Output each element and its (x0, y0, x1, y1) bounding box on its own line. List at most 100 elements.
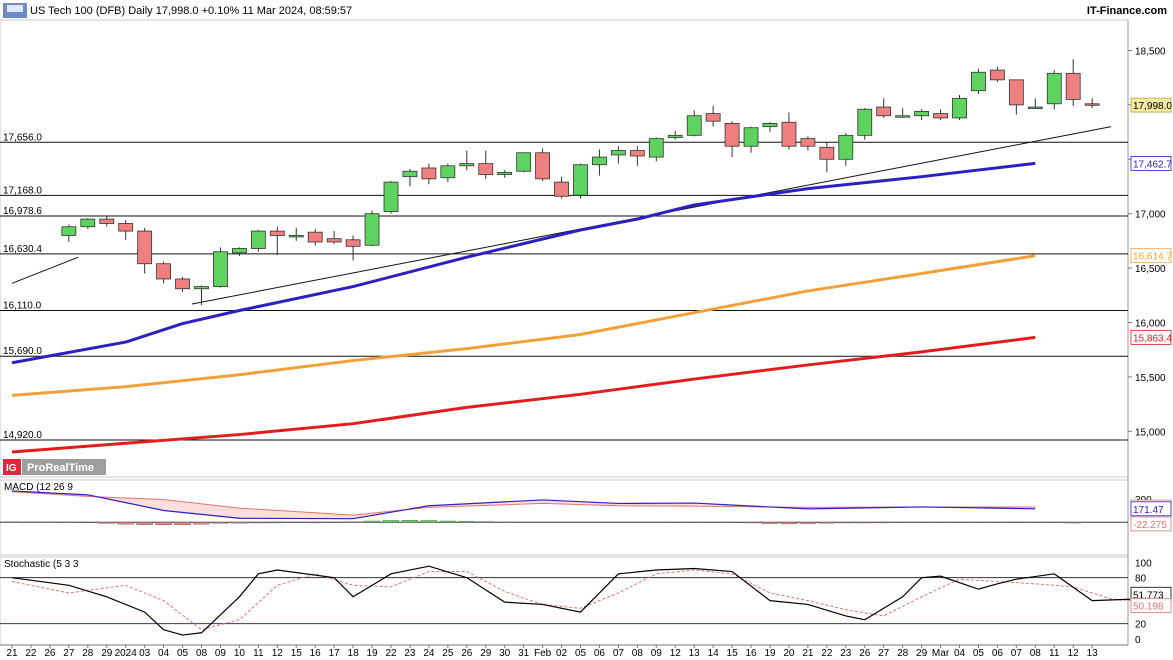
time-axis-label: 03 (139, 648, 151, 659)
watermark-box (22, 459, 106, 475)
candle-body (971, 71, 986, 92)
time-axis-label: 26 (461, 648, 473, 659)
time-axis-label: 26 (859, 648, 871, 659)
stochastic-axis-label: 0 (1135, 635, 1141, 646)
time-axis-label: 07 (613, 648, 625, 659)
legend-item-sma100[interactable]: SMA (100) (45, 22, 112, 38)
time-axis-label: 19 (366, 648, 378, 659)
time-axis-label: 11 (1049, 648, 1060, 659)
candle-body (857, 108, 873, 136)
price-axis-label: 18,500 (1135, 46, 1166, 57)
candle-body (781, 121, 797, 147)
time-axis-label: 12 (1068, 648, 1080, 659)
price-axis-label: 15,500 (1135, 373, 1166, 384)
time-axis-label: 15 (291, 648, 303, 659)
candle-body (516, 152, 532, 172)
macd-histogram-bar (155, 521, 172, 526)
price-panel (0, 19, 1129, 478)
macd-histogram-bar (193, 521, 210, 525)
time-axis-label: 2024 (115, 648, 138, 659)
brand-label: IT-Finance.com (1086, 5, 1167, 17)
macd-histogram-bar (932, 521, 949, 523)
macd-histogram-bar (515, 521, 532, 523)
stochastic-axis-label: 100 (1135, 558, 1152, 569)
time-axis-label: 12 (272, 648, 284, 659)
stochastic-value-tag-box (1130, 598, 1172, 613)
legend-item-sma50[interactable]: SMA (50) (180, 22, 240, 38)
macd-histogram-bar (22, 521, 40, 523)
macd-title: MACD (12 26 9 (4, 482, 73, 493)
time-axis-label: 08 (196, 648, 208, 659)
legend-item-sma200[interactable]: SMA (200) (113, 22, 179, 38)
candle-body (838, 134, 854, 160)
stochastic-value-tag: 50.198 (1133, 601, 1164, 612)
macd-histogram-bar (1064, 521, 1082, 524)
stochastic-value-tag: 51.773 (1133, 590, 1164, 601)
time-axis-label: 04 (954, 648, 966, 659)
sma50-swatch-icon (184, 26, 191, 34)
candle-body (231, 248, 247, 254)
price-chart[interactable]: IG ProRealTime 17,656.0 17,168.0 16,978.6 16… (0, 0, 1173, 660)
price-tag: 16,614.7 (1133, 252, 1172, 263)
time-axis-label: 29 (101, 648, 113, 659)
time-axis-label: 12 (670, 648, 682, 659)
macd-histogram-bar (174, 521, 191, 525)
time-axis-label: 28 (897, 648, 909, 659)
stochastic-axis-label: 80 (1135, 574, 1147, 585)
level-label: 16,110.0 (3, 301, 42, 312)
macd-histogram-bar (780, 521, 798, 525)
candle-body (1065, 72, 1081, 100)
macd-value-tag-box (1130, 501, 1172, 517)
time-axis-label: 14 (708, 648, 720, 659)
legend-item-price[interactable]: Price (3, 22, 44, 38)
level-label: 16,630.4 (3, 244, 42, 255)
macd-histogram-bar (818, 521, 836, 524)
stochastic-axis-label: 20 (1135, 620, 1147, 631)
time-axis-label: 06 (594, 648, 606, 659)
candle-body (99, 218, 115, 224)
macd-histogram-bar (477, 521, 494, 523)
candle-body (629, 150, 645, 157)
price-tag-box (1130, 156, 1172, 171)
sma200-line (11, 335, 1036, 454)
macd-histogram-bar (723, 521, 741, 523)
price-axis-label: 18,000 (1135, 101, 1166, 112)
macd-histogram-bar (553, 521, 570, 523)
macd-histogram-bar (288, 521, 305, 524)
candle-body (156, 263, 172, 280)
price-tag: 17,998.0 (1133, 101, 1172, 112)
time-axis-label: 09 (215, 648, 227, 659)
time-axis-label: 24 (423, 648, 435, 659)
macd-histogram-bar (344, 521, 362, 523)
stochastic-k-line (11, 565, 1131, 636)
time-axis-label: 04 (158, 648, 170, 659)
time-axis-label: 30 (499, 648, 511, 659)
macd-line (11, 490, 1036, 520)
candle-body (667, 134, 683, 138)
macd-histogram-bar (629, 521, 646, 523)
candle-body (269, 230, 285, 236)
legend-label: SMA (50) (193, 24, 235, 36)
time-axis-label: 06 (992, 648, 1004, 659)
macd-histogram-bar (1008, 521, 1025, 523)
time-axis-label: 05 (575, 648, 587, 659)
candle-body (573, 164, 588, 196)
time-axis-label: 13 (689, 648, 701, 659)
price-axis-label: 17,500 (1135, 155, 1166, 166)
sma50-line (11, 161, 1036, 365)
macd-histogram-bar (250, 521, 267, 524)
macd-histogram-bar (363, 520, 381, 523)
chart-header: US Tech 100 (DFB) Daily 17,998.0 +0.10% … (0, 0, 1173, 20)
candle-body (194, 286, 209, 290)
time-axis-label: 10 (234, 648, 246, 659)
chart-title: US Tech 100 (DFB) Daily 17,998.0 +0.10% … (30, 5, 353, 17)
macd-histogram-bar (648, 521, 665, 523)
candle-body (1046, 72, 1062, 105)
time-axis-label: 22 (25, 648, 37, 659)
price-tag: 15,863.4 (1133, 333, 1172, 344)
candle-body (326, 238, 342, 243)
stochastic-axis-label: 60 (1135, 589, 1147, 600)
time-axis-label: 27 (878, 648, 890, 659)
candle-body (118, 223, 134, 232)
macd-histogram-bar (231, 521, 248, 524)
